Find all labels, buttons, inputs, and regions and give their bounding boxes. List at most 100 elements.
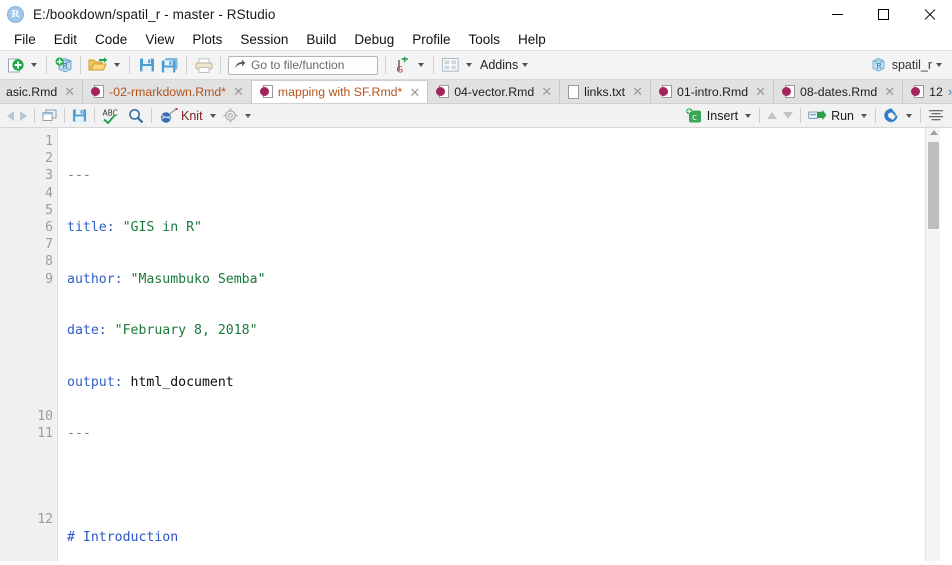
editor-vertical-scrollbar[interactable] — [925, 128, 940, 561]
re-run-button[interactable] — [880, 106, 902, 126]
open-file-dropdown-caret[interactable] — [114, 63, 120, 67]
insert-chunk-button[interactable]: c Insert — [683, 106, 741, 126]
gutter-line-spacer — [0, 442, 57, 459]
previous-chunk-button[interactable] — [764, 106, 780, 126]
code-line-8: # Introduction — [67, 529, 925, 546]
next-chunk-button[interactable] — [780, 106, 796, 126]
source-tab-mapping-with-sf-rmd[interactable]: mapping with SF.Rmd* ✕ — [251, 80, 429, 103]
menu-item-file[interactable]: File — [5, 30, 45, 49]
menu-item-plots[interactable]: Plots — [183, 30, 231, 49]
run-dropdown-caret[interactable] — [861, 113, 867, 118]
goto-file-function-input[interactable]: Go to file/function — [228, 55, 378, 75]
window-controls — [814, 0, 952, 28]
run-button[interactable]: Run — [805, 106, 857, 126]
source-tab-04-vector-rmd[interactable]: 04-vector.Rmd ✕ — [428, 80, 561, 103]
tab-overflow-icon[interactable]: » — [948, 84, 952, 99]
save-button[interactable] — [135, 54, 158, 77]
source-tab-label: mapping with SF.Rmd* — [277, 85, 403, 99]
addins-dropdown-caret[interactable] — [522, 63, 529, 67]
source-tab-label: 04-vector.Rmd — [454, 84, 535, 99]
find-replace-button[interactable] — [125, 106, 147, 126]
project-name: spatil_r — [891, 58, 932, 72]
new-file-button[interactable] — [4, 54, 27, 77]
source-editor[interactable]: 1 2 3 4 5 6 7 8 9 10 11 12 --- title: "G… — [0, 128, 952, 561]
code-token: date: — [67, 323, 115, 339]
new-file-dropdown-caret[interactable] — [31, 63, 37, 67]
menu-item-build[interactable]: Build — [297, 30, 345, 49]
menu-item-edit[interactable]: Edit — [45, 30, 86, 49]
workspace-panes-dropdown-caret[interactable] — [466, 63, 472, 67]
menu-item-tools[interactable]: Tools — [459, 30, 509, 49]
workspace-panes-button[interactable] — [439, 54, 462, 77]
re-run-dropdown-caret[interactable] — [906, 113, 912, 118]
gutter-line-spacer — [0, 460, 57, 477]
addins-label[interactable]: Addins — [480, 58, 518, 72]
gutter-line-spacer — [0, 391, 57, 408]
next-chunk-icon — [783, 112, 794, 119]
close-icon[interactable]: ✕ — [64, 85, 75, 98]
forward-button[interactable] — [17, 106, 30, 126]
close-icon[interactable]: ✕ — [755, 85, 766, 98]
version-control-icon: G — [396, 56, 408, 74]
editor-save-button[interactable] — [69, 106, 90, 126]
version-control-button[interactable]: G — [391, 54, 414, 77]
source-tab-01-intro-rmd[interactable]: 01-intro.Rmd ✕ — [651, 80, 774, 103]
open-file-button[interactable] — [86, 54, 110, 77]
source-tab-12-truncated[interactable]: 12 » — [903, 80, 952, 103]
spellcheck-button[interactable]: ABC — [99, 106, 125, 126]
editor-code-area[interactable]: --- title: "GIS in R" author: "Masumbuko… — [58, 128, 925, 561]
code-line-2: title: "GIS in R" — [67, 219, 925, 236]
run-icon — [808, 109, 827, 121]
close-icon[interactable]: ✕ — [233, 85, 244, 98]
knit-dropdown-caret[interactable] — [209, 113, 216, 118]
editor-toolbar-separator — [151, 108, 152, 123]
close-icon[interactable]: ✕ — [632, 85, 643, 98]
editor-toolbar-separator — [920, 108, 921, 123]
rstudio-project-icon: R — [872, 57, 885, 72]
editor-settings-button[interactable] — [220, 106, 241, 126]
save-all-button[interactable] — [158, 54, 181, 77]
project-selector[interactable]: R spatil_r — [870, 57, 946, 73]
scrollbar-thumb[interactable] — [928, 142, 939, 229]
menu-item-help[interactable]: Help — [509, 30, 555, 49]
code-token: output: — [67, 374, 131, 390]
menu-item-profile[interactable]: Profile — [403, 30, 459, 49]
back-button[interactable] — [4, 106, 17, 126]
source-tab-asic-rmd[interactable]: asic.Rmd ✕ — [0, 80, 84, 103]
show-in-new-window-icon — [42, 109, 57, 121]
goto-arrow-icon — [235, 59, 246, 69]
new-project-button[interactable]: R — [52, 54, 75, 77]
source-tab-02-rmarkdown-rmd[interactable]: -02-rmarkdown.Rmd* ✕ — [83, 80, 252, 103]
maximize-button[interactable] — [860, 0, 906, 28]
close-icon[interactable]: ✕ — [409, 86, 420, 99]
source-tab-bar: asic.Rmd ✕ -02-rmarkdown.Rmd* ✕ mapping … — [0, 80, 952, 104]
print-button[interactable] — [192, 54, 215, 77]
insert-dropdown-caret[interactable] — [745, 113, 752, 118]
gutter-line-spacer — [0, 322, 57, 339]
editor-toolbar-separator — [759, 108, 761, 123]
close-icon[interactable]: ✕ — [884, 85, 895, 98]
editor-toolbar-separator — [34, 108, 35, 123]
project-dropdown-caret[interactable] — [936, 63, 942, 67]
svg-text:R: R — [876, 63, 882, 71]
version-control-dropdown-caret[interactable] — [418, 63, 424, 67]
new-file-icon — [8, 58, 24, 72]
menu-item-code[interactable]: Code — [86, 30, 136, 49]
menu-bar: File Edit Code View Plots Session Build … — [0, 28, 952, 51]
document-outline-button[interactable] — [925, 106, 947, 126]
editor-settings-dropdown-caret[interactable] — [244, 113, 251, 118]
close-icon[interactable]: ✕ — [541, 85, 552, 98]
insert-chunk-icon: c — [685, 108, 701, 123]
show-in-new-window-button[interactable] — [39, 106, 60, 126]
source-tab-08-dates-rmd[interactable]: 08-dates.Rmd ✕ — [773, 80, 904, 103]
menu-item-debug[interactable]: Debug — [345, 30, 403, 49]
knit-button[interactable]: Knit — [156, 106, 206, 126]
scroll-up-arrow-icon[interactable] — [930, 130, 938, 135]
gutter-line-spacer — [0, 288, 57, 305]
minimize-button[interactable] — [814, 0, 860, 28]
menu-item-session[interactable]: Session — [231, 30, 297, 49]
editor-toolbar-right-group: c Insert Run — [683, 106, 947, 126]
source-tab-links-txt[interactable]: links.txt ✕ — [560, 80, 651, 103]
close-button[interactable] — [906, 0, 952, 28]
menu-item-view[interactable]: View — [136, 30, 183, 49]
